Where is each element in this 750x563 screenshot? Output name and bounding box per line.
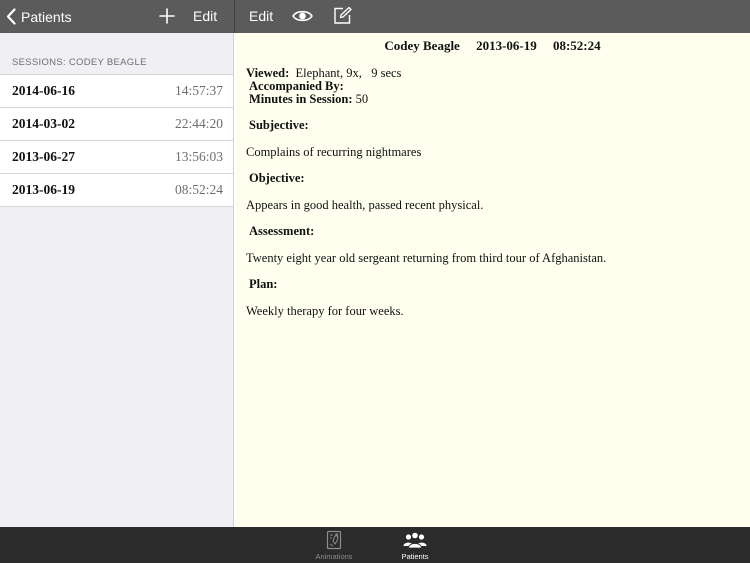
- back-button-label: Patients: [21, 8, 72, 25]
- session-row[interactable]: 2013-06-19 08:52:24: [0, 174, 233, 207]
- view-animation-button[interactable]: [292, 9, 313, 23]
- subjective-title: Subjective:: [249, 118, 309, 132]
- session-date: 2013-06-27: [12, 149, 75, 164]
- session-row[interactable]: 2014-03-02 22:44:20: [0, 108, 233, 141]
- session-note-pane: Codey Beagle 2013-06-19 08:52:24 Viewed:…: [235, 33, 750, 527]
- session-row[interactable]: 2013-06-27 13:56:03: [0, 141, 233, 174]
- edit-sessions-button[interactable]: Edit: [193, 0, 217, 33]
- session-time: 22:44:20: [174, 116, 223, 131]
- edit-note-button[interactable]: Edit: [249, 0, 273, 33]
- plan-text: Weekly therapy for four weeks.: [246, 304, 404, 318]
- session-time: 14:57:37: [174, 83, 223, 98]
- minutes-label: Minutes in Session:: [249, 92, 353, 106]
- accompanied-label: Accompanied By:: [249, 79, 344, 93]
- minutes-line: Minutes in Session: 50: [249, 92, 368, 107]
- back-to-patients-button[interactable]: Patients: [6, 0, 72, 33]
- assessment-title: Assessment:: [249, 224, 315, 238]
- tab-patients[interactable]: Patients: [385, 527, 445, 563]
- session-time: 13:56:03: [174, 149, 223, 164]
- app-window: Patients Edit Edit SESSIONS: CODEY BEAGL…: [0, 0, 750, 563]
- add-session-button[interactable]: [158, 7, 176, 25]
- session-row[interactable]: 2014-06-16 14:57:37: [0, 75, 233, 108]
- session-list: 2014-06-16 14:57:37 2014-03-02 22:44:20 …: [0, 74, 233, 207]
- compose-icon: [334, 6, 352, 24]
- master-nav-bar: Patients Edit: [0, 0, 234, 33]
- patients-icon: [403, 531, 427, 549]
- navigation-bar: Patients Edit Edit: [0, 0, 750, 33]
- session-date: 2014-06-16: [12, 83, 75, 98]
- split-divider: [234, 0, 235, 33]
- tab-animations[interactable]: Animations: [304, 527, 364, 563]
- objective-title: Objective:: [249, 171, 305, 185]
- viewed-value: Elephant, 9x, 9 secs: [289, 66, 402, 80]
- session-date: 2013-06-19: [12, 182, 75, 197]
- session-date: 2014-03-02: [12, 116, 75, 131]
- subjective-text: Complains of recurring nightmares: [246, 145, 422, 159]
- sessions-sidebar: SESSIONS: CODEY BEAGLE 2014-06-16 14:57:…: [0, 33, 234, 527]
- minutes-value: 50: [352, 92, 369, 106]
- tab-bar: Animations Patients: [0, 527, 750, 563]
- sessions-section-header: SESSIONS: CODEY BEAGLE: [12, 57, 147, 68]
- chevron-left-icon: [6, 8, 16, 25]
- note-header: Codey Beagle 2013-06-19 08:52:24: [384, 38, 601, 53]
- animations-icon: [326, 530, 342, 550]
- compose-note-button[interactable]: [333, 6, 352, 25]
- viewed-label: Viewed:: [246, 66, 290, 80]
- tab-patients-label: Patients: [401, 552, 429, 561]
- plus-icon: [159, 8, 175, 24]
- tab-animations-label: Animations: [315, 552, 353, 561]
- eye-icon: [292, 10, 313, 22]
- session-time: 08:52:24: [174, 182, 223, 197]
- plan-title: Plan:: [249, 277, 278, 291]
- assessment-text: Twenty eight year old sergeant returning…: [246, 251, 607, 265]
- objective-text: Appears in good health, passed recent ph…: [246, 198, 484, 212]
